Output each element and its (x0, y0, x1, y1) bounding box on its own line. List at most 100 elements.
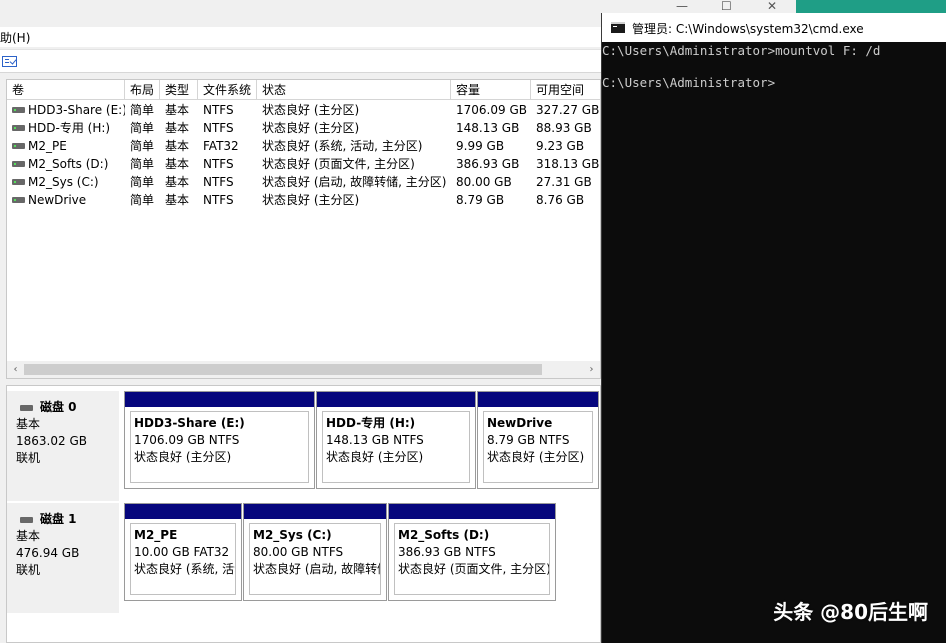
volume-free: 8.76 GB (536, 193, 585, 207)
column-header-free-space[interactable]: 可用空间 (531, 80, 600, 100)
scroll-right-icon[interactable]: › (583, 361, 600, 378)
volume-capacity: 80.00 GB (456, 175, 512, 189)
disk-graphical-view: 磁盘 0 基本 1863.02 GB 联机 HDD3-Share (E:) 17… (6, 385, 601, 643)
partition-status: 状态良好 (主分区) (326, 450, 424, 464)
partition-bar (125, 392, 314, 407)
partition-name: HDD3-Share (E:) (134, 416, 245, 430)
partition-status: 状态良好 (页面文件, 主分区) (398, 562, 550, 576)
volume-free: 318.13 GB (536, 157, 600, 171)
partition-name: NewDrive (487, 416, 553, 430)
volume-fs: FAT32 (203, 139, 239, 153)
volume-name: M2_Sys (C:) (28, 175, 99, 189)
partition-m2-sys[interactable]: M2_Sys (C:) 80.00 GB NTFS 状态良好 (启动, 故障转储… (243, 503, 387, 601)
volume-list-header: 卷 布局 类型 文件系统 状态 容量 可用空间 (7, 80, 600, 100)
partition-newdrive[interactable]: NewDrive 8.79 GB NTFS 状态良好 (主分区) (477, 391, 599, 489)
volume-fs: NTFS (203, 121, 234, 135)
drive-icon (12, 161, 25, 167)
volume-free: 327.27 GB (536, 103, 600, 117)
horizontal-scrollbar[interactable]: ‹ › (7, 361, 600, 378)
partition-status: 状态良好 (启动, 故障转储, 主分区) (253, 562, 380, 576)
cmd-app-icon (611, 22, 625, 33)
partition-name: HDD-专用 (H:) (326, 416, 416, 430)
volume-status: 状态良好 (主分区) (262, 193, 360, 207)
volume-name: M2_PE (28, 139, 67, 153)
volume-capacity: 9.99 GB (456, 139, 505, 153)
volume-layout: 简单 (130, 121, 155, 135)
volume-row[interactable]: M2_Sys (C:) 简单 基本 NTFS 状态良好 (启动, 故障转储, 主… (7, 173, 600, 191)
disk-1-row: 磁盘 1 基本 476.94 GB 联机 M2_PE 10.00 GB FAT3… (7, 503, 602, 613)
volume-layout: 简单 (130, 175, 155, 189)
volume-row[interactable]: M2_Softs (D:) 简单 基本 NTFS 状态良好 (页面文件, 主分区… (7, 155, 600, 173)
volume-status: 状态良好 (主分区) (262, 103, 360, 117)
partition-bar (389, 504, 555, 519)
volume-row[interactable]: HDD-专用 (H:) 简单 基本 NTFS 状态良好 (主分区) 148.13… (7, 119, 600, 137)
disk-0-info[interactable]: 磁盘 0 基本 1863.02 GB 联机 (7, 391, 119, 501)
drive-icon (12, 179, 25, 185)
volume-name: NewDrive (28, 193, 87, 207)
volume-type: 基本 (165, 193, 190, 207)
volume-free: 9.23 GB (536, 139, 585, 153)
volume-type: 基本 (165, 103, 190, 117)
partition-bar (478, 392, 598, 407)
disk-icon (20, 517, 33, 523)
cmd-titlebar[interactable]: 管理员: C:\Windows\system32\cmd.exe (602, 13, 946, 42)
bg-maximize-button[interactable]: ☐ (721, 0, 732, 13)
partition-m2-softs[interactable]: M2_Softs (D:) 386.93 GB NTFS 状态良好 (页面文件,… (388, 503, 556, 601)
drive-icon (12, 143, 25, 149)
volume-row[interactable]: NewDrive 简单 基本 NTFS 状态良好 (主分区) 8.79 GB 8… (7, 191, 600, 209)
partition-m2-pe[interactable]: M2_PE 10.00 GB FAT32 状态良好 (系统, 活动, 主分区) (124, 503, 242, 601)
column-header-layout[interactable]: 布局 (125, 80, 160, 100)
disk-kind: 基本 (16, 529, 41, 543)
volume-capacity: 8.79 GB (456, 193, 505, 207)
partition-name: M2_Softs (D:) (398, 528, 490, 542)
scroll-left-icon[interactable]: ‹ (7, 361, 24, 378)
cmd-window[interactable]: 管理员: C:\Windows\system32\cmd.exe C:\User… (601, 13, 946, 643)
volume-row[interactable]: HDD3-Share (E:) 简单 基本 NTFS 状态良好 (主分区) 17… (7, 101, 600, 119)
properties-icon[interactable] (2, 56, 17, 67)
partition-size: 80.00 GB NTFS (253, 545, 344, 559)
column-header-filesystem[interactable]: 文件系统 (198, 80, 257, 100)
column-header-status[interactable]: 状态 (257, 80, 451, 100)
watermark: 头条 @80后生啊 (773, 600, 928, 624)
volume-list: 卷 布局 类型 文件系统 状态 容量 可用空间 HDD3-Share (E:) … (6, 79, 601, 379)
column-header-type[interactable]: 类型 (160, 80, 198, 100)
menu-bar: 助(H) (0, 27, 601, 47)
disk-kind: 基本 (16, 417, 41, 431)
volume-capacity: 386.93 GB (456, 157, 520, 171)
partition-status: 状态良好 (系统, 活动, 主分区) (134, 562, 235, 576)
volume-status: 状态良好 (主分区) (262, 121, 360, 135)
volume-type: 基本 (165, 157, 190, 171)
console-output[interactable]: C:\Users\Administrator>mountvol F: /d C:… (602, 43, 946, 91)
partition-size: 8.79 GB NTFS (487, 433, 570, 447)
disk-1-info[interactable]: 磁盘 1 基本 476.94 GB 联机 (7, 503, 119, 613)
column-header-capacity[interactable]: 容量 (451, 80, 531, 100)
bg-close-button[interactable]: ✕ (767, 0, 777, 13)
background-app-strip (796, 0, 946, 13)
partition-bar (317, 392, 475, 407)
volume-name: M2_Softs (D:) (28, 157, 109, 171)
disk-state: 联机 (16, 451, 41, 465)
volume-type: 基本 (165, 139, 190, 153)
disk-size: 476.94 GB (16, 546, 80, 560)
toolbar (0, 49, 601, 73)
scrollbar-thumb[interactable] (24, 364, 542, 375)
partition-status: 状态良好 (主分区) (487, 450, 585, 464)
menu-help[interactable]: 助(H) (0, 29, 30, 46)
volume-status: 状态良好 (系统, 活动, 主分区) (262, 139, 423, 153)
volume-layout: 简单 (130, 103, 155, 117)
drive-icon (12, 107, 25, 113)
disk-size: 1863.02 GB (16, 434, 87, 448)
disk-icon (20, 405, 33, 411)
partition-size: 148.13 GB NTFS (326, 433, 424, 447)
partition-size: 1706.09 GB NTFS (134, 433, 240, 447)
volume-row[interactable]: M2_PE 简单 基本 FAT32 状态良好 (系统, 活动, 主分区) 9.9… (7, 137, 600, 155)
volume-name: HDD-专用 (H:) (28, 121, 111, 135)
partition-hdd3-share[interactable]: HDD3-Share (E:) 1706.09 GB NTFS 状态良好 (主分… (124, 391, 315, 489)
volume-fs: NTFS (203, 175, 234, 189)
partition-bar (125, 504, 241, 519)
partition-hdd-dedicated[interactable]: HDD-专用 (H:) 148.13 GB NTFS 状态良好 (主分区) (316, 391, 476, 489)
disk-state: 联机 (16, 563, 41, 577)
bg-minimize-button[interactable]: — (676, 0, 688, 13)
drive-icon (12, 125, 25, 131)
column-header-volume[interactable]: 卷 (7, 80, 125, 100)
